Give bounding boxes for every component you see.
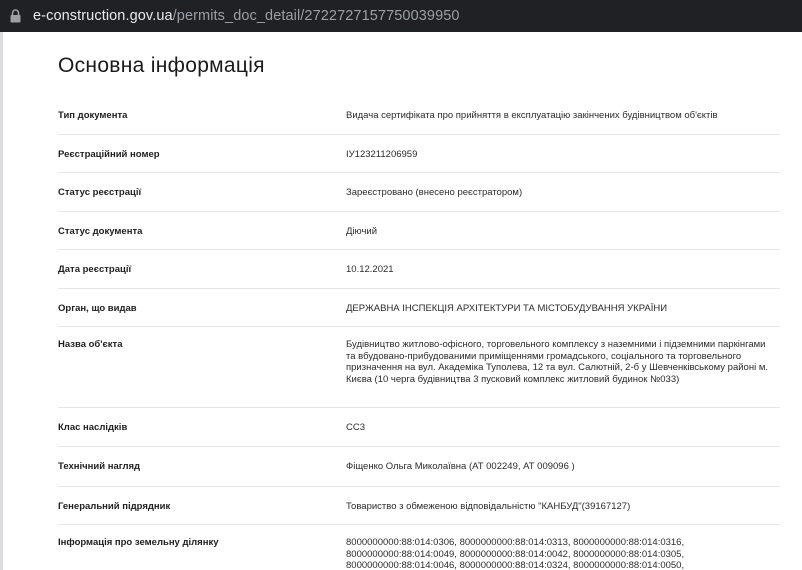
info-value: Зареєстровано (внесено реєстратором) [346, 187, 523, 198]
info-label: Технічний нагляд [58, 461, 141, 472]
info-label: Статус документа [58, 226, 143, 237]
info-value: Видача сертифіката про прийняття в експл… [346, 110, 718, 121]
info-row-consequence-class: Клас наслідків СС3 [58, 408, 780, 447]
info-row-registration-number: Реєстраційний номер ІУ123211206959 [58, 135, 780, 173]
info-label: Реєстраційний номер [58, 149, 160, 160]
info-value: ІУ123211206959 [346, 149, 418, 160]
info-row-object-name: Назва об'єкта Будівництво житлово-офісно… [58, 327, 780, 408]
info-label: Дата реєстрації [58, 264, 132, 275]
info-value: Фіщенко Ольга Миколаївна (АТ 002249, АТ … [346, 461, 575, 472]
info-value: СС3 [346, 422, 366, 433]
url-path: /permits_doc_detail/2722727157750039950 [172, 8, 460, 24]
info-label: Орган, що видав [58, 303, 137, 314]
info-label: Генеральний підрядник [58, 501, 171, 512]
info-value: Будівництво житлово-офісного, торговельн… [346, 339, 768, 385]
info-row-registration-date: Дата реєстрації 10.12.2021 [58, 250, 780, 289]
info-row-document-status: Статус документа Діючий [58, 212, 780, 250]
info-label: Клас наслідків [58, 422, 128, 433]
info-row-land-plot: Інформація про земельну ділянку 80000000… [58, 525, 780, 570]
info-label: Тип документа [58, 110, 128, 121]
section-title: Основна інформація [58, 54, 265, 77]
info-label: Інформація про земельну ділянку [58, 537, 219, 548]
info-value: 8000000000:88:014:0306, 8000000000:88:01… [346, 537, 685, 570]
info-value: ДЕРЖАВНА ІНСПЕКЦІЯ АРХІТЕКТУРИ ТА МІСТОБ… [346, 303, 668, 314]
url-domain: e-construction.gov.ua [33, 8, 173, 24]
info-table: Тип документа Видача сертифіката про при… [58, 96, 780, 570]
info-row-document-type: Тип документа Видача сертифіката про при… [58, 96, 780, 135]
lock-icon[interactable] [10, 9, 21, 23]
info-value: 10.12.2021 [346, 264, 394, 275]
info-row-issuing-authority: Орган, що видав ДЕРЖАВНА ІНСПЕКЦІЯ АРХІТ… [58, 289, 780, 327]
info-label: Статус реєстрації [58, 187, 142, 198]
info-row-general-contractor: Генеральний підрядник Товариство з обмеж… [58, 487, 780, 525]
url-text[interactable]: e-construction.gov.ua/permits_doc_detail… [33, 8, 460, 24]
info-row-registration-status: Статус реєстрації Зареєстровано (внесено… [58, 173, 780, 212]
info-row-technical-supervision: Технічний нагляд Фіщенко Ольга Миколаївн… [58, 447, 780, 487]
info-label: Назва об'єкта [58, 339, 123, 350]
info-value: Товариство з обмеженою відповідальністю … [346, 501, 631, 512]
info-value: Діючий [346, 226, 378, 237]
document-detail-page: Основна інформація Тип документа Видача … [0, 32, 802, 570]
address-bar[interactable]: e-construction.gov.ua/permits_doc_detail… [0, 0, 802, 32]
